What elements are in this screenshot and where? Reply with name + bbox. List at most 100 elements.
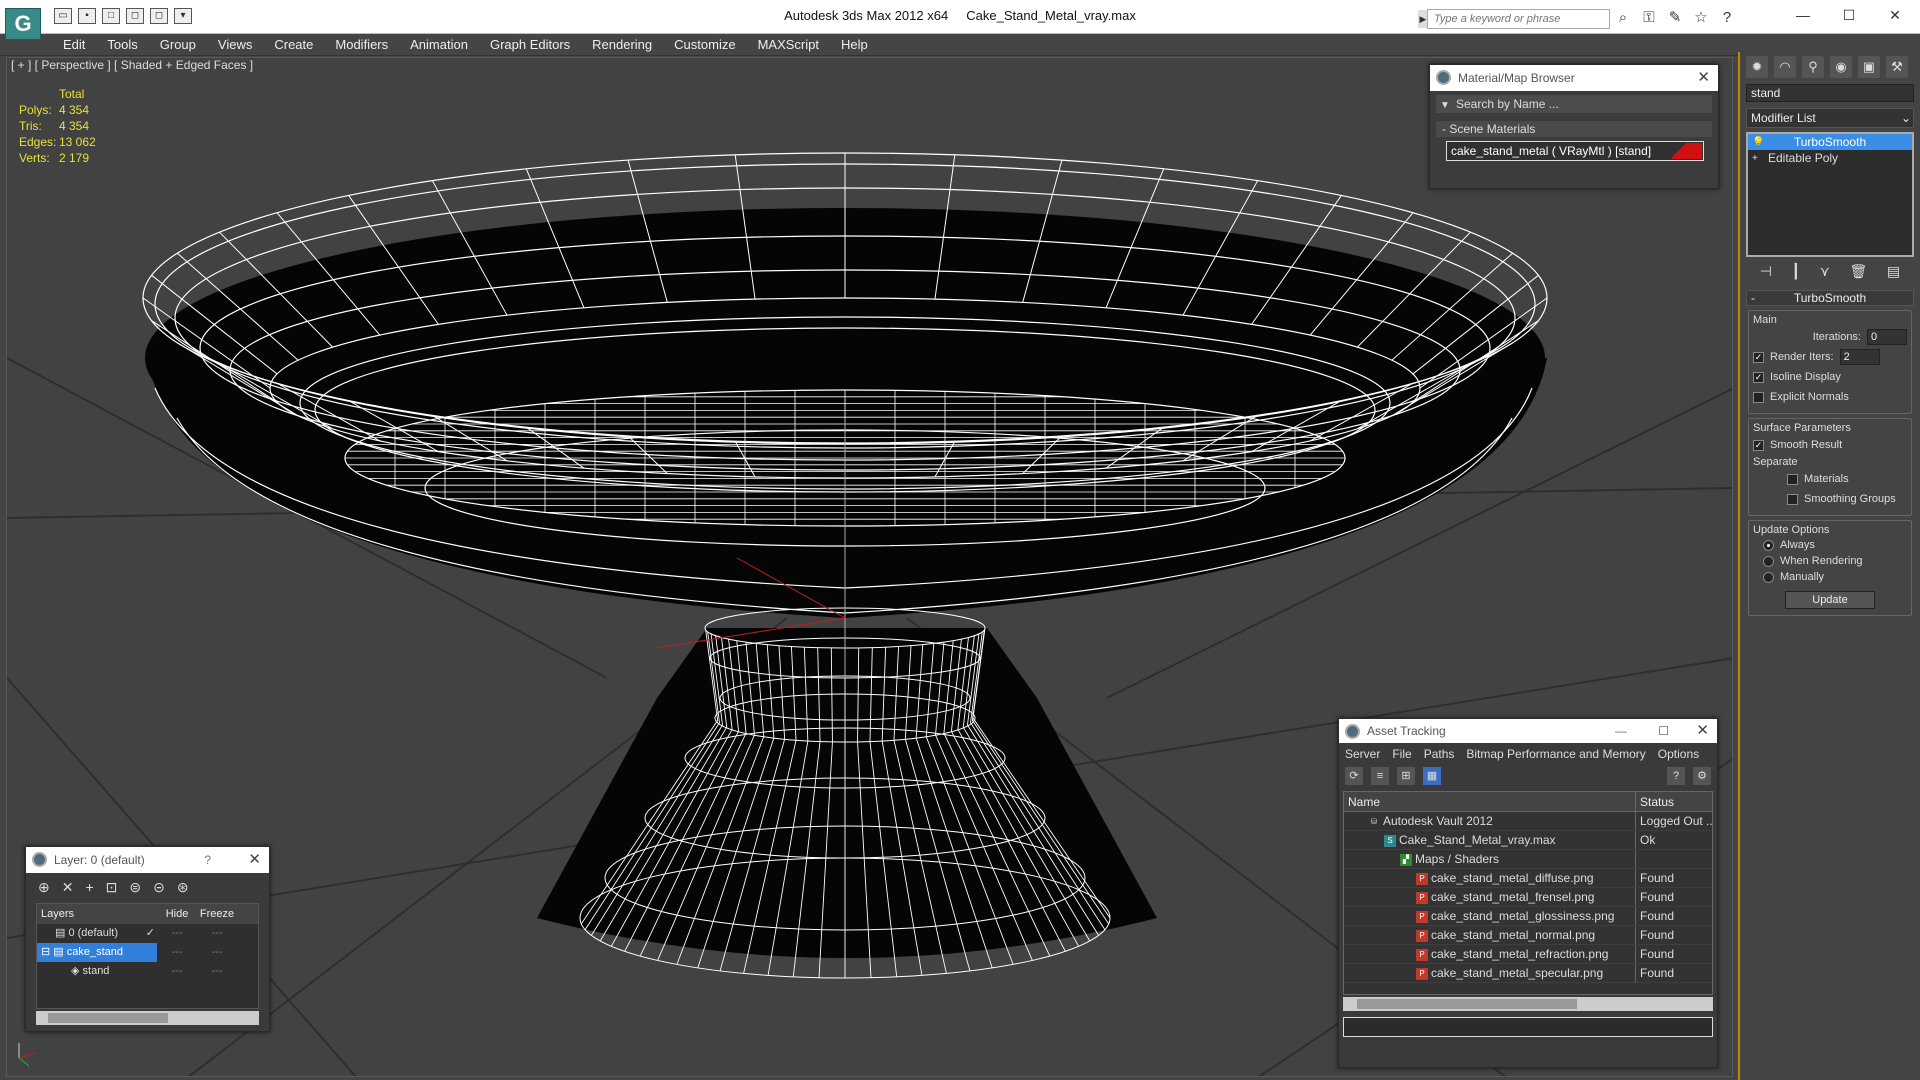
subscription-icon[interactable]: ⚿ — [1639, 8, 1659, 28]
separate-smoothing-groups-checkbox[interactable] — [1787, 493, 1798, 505]
table-row[interactable]: Pcake_stand_metal_specular.png Found — [1344, 964, 1712, 983]
hierarchy-tab-icon[interactable]: ⚲ — [1802, 56, 1824, 78]
menu-options[interactable]: Options — [1658, 747, 1699, 761]
menu-bitmap-performance[interactable]: Bitmap Performance and Memory — [1466, 747, 1645, 761]
hide-toggle[interactable]: --- — [157, 943, 197, 962]
modifier-list-dropdown[interactable]: Modifier List ⌄ — [1746, 108, 1914, 128]
scrollbar-thumb[interactable] — [48, 1013, 168, 1023]
asset-tracking-titlebar[interactable]: Asset Tracking — ☐ ✕ — [1339, 719, 1717, 743]
create-layer-icon[interactable]: ⊕ — [38, 879, 50, 897]
freeze-toggle[interactable]: --- — [197, 943, 237, 962]
table-row[interactable]: Pcake_stand_metal_diffuse.png Found — [1344, 869, 1712, 888]
column-hide[interactable]: Hide — [157, 904, 197, 924]
menu-server[interactable]: Server — [1345, 747, 1380, 761]
active-layer-checkmark-icon[interactable]: ✓ — [146, 924, 155, 943]
keyword-search-input[interactable] — [1427, 9, 1610, 29]
column-name[interactable]: Name — [1344, 792, 1636, 811]
menu-group[interactable]: Group — [149, 34, 207, 55]
filter-icon[interactable]: ▼ — [1440, 97, 1450, 115]
communication-icon[interactable]: ✎ — [1665, 8, 1685, 28]
menu-views[interactable]: Views — [207, 34, 263, 55]
table-row[interactable]: ⛁ Autodesk Vault 2012 Logged Out ... — [1344, 812, 1712, 831]
table-row[interactable]: Pcake_stand_metal_normal.png Found — [1344, 926, 1712, 945]
app-logo-button[interactable]: G — [5, 8, 41, 40]
hide-all-icon[interactable]: ⊝ — [153, 879, 165, 897]
show-end-result-icon[interactable]: ┃ — [1792, 263, 1800, 280]
help-icon[interactable]: ? — [1717, 8, 1737, 28]
asset-path-field[interactable] — [1343, 1017, 1713, 1037]
manually-radio[interactable] — [1763, 571, 1774, 583]
table-row[interactable]: Pcake_stand_metal_glossiness.png Found — [1344, 907, 1712, 926]
table-row[interactable]: S Cake_Stand_Metal_vray.max Ok — [1344, 831, 1712, 850]
turbosmooth-rollout-header[interactable]: - TurboSmooth — [1746, 290, 1914, 306]
pin-stack-icon[interactable]: ⊣ — [1760, 263, 1772, 280]
utilities-tab-icon[interactable]: ⚒ — [1886, 56, 1908, 78]
remove-modifier-icon[interactable]: 🗑 — [1850, 263, 1868, 280]
refresh-icon[interactable]: ⟳ — [1345, 767, 1363, 785]
maximize-icon[interactable]: ☐ — [1826, 0, 1872, 30]
configure-sets-icon[interactable]: ▤ — [1887, 263, 1900, 280]
minimize-icon[interactable]: — — [1615, 719, 1627, 743]
layer-row[interactable]: ▤ 0 (default) ✓ --- --- — [37, 924, 258, 943]
column-layers[interactable]: Layers — [37, 904, 157, 924]
explicit-normals-checkbox[interactable] — [1753, 391, 1764, 403]
close-icon[interactable]: ✕ — [1872, 0, 1918, 30]
layer-manager-titlebar[interactable]: Layer: 0 (default) ? ✕ — [26, 847, 269, 873]
render-iters-checkbox[interactable]: ✓ — [1753, 351, 1764, 363]
scrollbar-thumb[interactable] — [1357, 999, 1577, 1009]
freeze-toggle[interactable]: --- — [197, 924, 237, 943]
isoline-display-checkbox[interactable]: ✓ — [1753, 371, 1764, 383]
tree-view-icon[interactable]: ⊞ — [1397, 767, 1415, 785]
horizontal-scrollbar[interactable] — [1343, 997, 1713, 1011]
menu-maxscript[interactable]: MAXScript — [747, 34, 830, 55]
menu-customize[interactable]: Customize — [663, 34, 746, 55]
menu-modifiers[interactable]: Modifiers — [324, 34, 399, 55]
stack-item-turbosmooth[interactable]: 💡 TurboSmooth — [1748, 134, 1912, 150]
viewport-label[interactable]: [ + ] [ Perspective ] [ Shaded + Edged F… — [11, 58, 253, 72]
menu-tools[interactable]: Tools — [96, 34, 148, 55]
delete-layer-icon[interactable]: ✕ — [62, 879, 74, 897]
list-view-icon[interactable]: ≡ — [1371, 767, 1389, 785]
menu-animation[interactable]: Animation — [399, 34, 479, 55]
menu-create[interactable]: Create — [263, 34, 324, 55]
favorites-star-icon[interactable]: ☆ — [1691, 8, 1711, 28]
close-icon[interactable]: ✕ — [1697, 65, 1710, 91]
modify-tab-icon[interactable]: ◠ — [1774, 56, 1796, 78]
iterations-spinner[interactable]: 0 — [1867, 329, 1907, 345]
layer-row[interactable]: ◈ stand --- --- — [37, 962, 258, 981]
highlight-layer-icon[interactable]: ⊜ — [129, 879, 141, 897]
make-unique-icon[interactable]: ⋎ — [1820, 263, 1830, 280]
smooth-result-checkbox[interactable]: ✓ — [1753, 439, 1764, 451]
menu-file[interactable]: File — [1392, 747, 1411, 761]
layer-row[interactable]: ⊟ ▤ cake_stand --- --- — [37, 943, 258, 962]
settings-icon[interactable]: ⚙ — [1693, 767, 1711, 785]
maximize-icon[interactable]: ☐ — [1658, 719, 1669, 743]
table-view-icon[interactable]: ▦ — [1423, 767, 1441, 785]
create-tab-icon[interactable]: ✹ — [1746, 56, 1768, 78]
menu-graph-editors[interactable]: Graph Editors — [479, 34, 581, 55]
hide-toggle[interactable]: --- — [157, 924, 197, 943]
table-row[interactable]: Pcake_stand_metal_refraction.png Found — [1344, 945, 1712, 964]
close-icon[interactable]: ✕ — [248, 847, 261, 873]
table-row[interactable]: Pcake_stand_metal_frensel.png Found — [1344, 888, 1712, 907]
menu-paths[interactable]: Paths — [1424, 747, 1455, 761]
freeze-toggle[interactable]: --- — [197, 962, 237, 981]
always-radio[interactable] — [1763, 539, 1774, 551]
table-row[interactable]: ▞ Maps / Shaders — [1344, 850, 1712, 869]
lightbulb-icon[interactable]: 💡 — [1752, 135, 1764, 151]
material-browser-titlebar[interactable]: Material/Map Browser ✕ — [1430, 65, 1718, 91]
render-iters-spinner[interactable]: 2 — [1839, 349, 1880, 365]
display-tab-icon[interactable]: ▣ — [1858, 56, 1880, 78]
help-icon[interactable]: ? — [1667, 767, 1685, 785]
object-name-field[interactable]: stand — [1746, 84, 1914, 102]
menu-rendering[interactable]: Rendering — [581, 34, 663, 55]
motion-tab-icon[interactable]: ◉ — [1830, 56, 1852, 78]
close-icon[interactable]: ✕ — [1696, 719, 1709, 743]
horizontal-scrollbar[interactable] — [36, 1011, 259, 1025]
freeze-all-icon[interactable]: ⊛ — [177, 879, 189, 897]
update-button[interactable]: Update — [1785, 591, 1875, 609]
hide-toggle[interactable]: --- — [157, 962, 197, 981]
when-rendering-radio[interactable] — [1763, 555, 1774, 567]
menu-help[interactable]: Help — [830, 34, 879, 55]
stack-item-editable-poly[interactable]: + Editable Poly — [1748, 150, 1912, 166]
